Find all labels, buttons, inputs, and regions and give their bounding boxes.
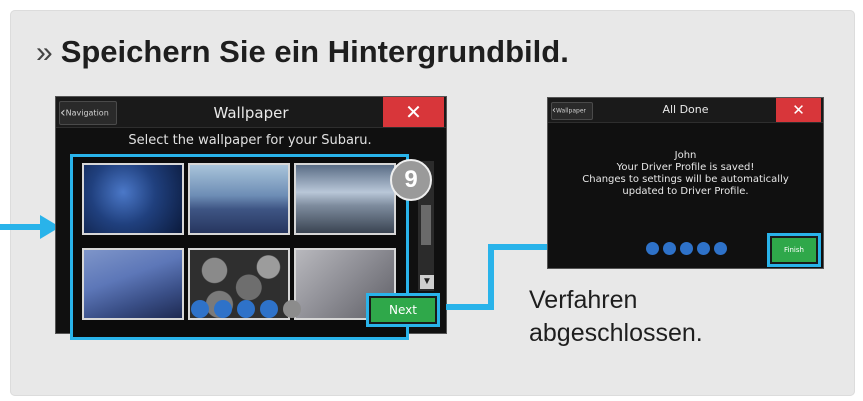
message-saved: Your Driver Profile is saved! [616, 162, 755, 173]
progress-dot [714, 242, 727, 255]
heading-text: Speichern Sie ein Hintergrundbild. [60, 34, 569, 69]
message-updated: updated to Driver Profile. [622, 186, 749, 197]
next-button[interactable]: Next [371, 298, 435, 322]
chevron-icon: » [36, 36, 53, 69]
wallpaper-thumb-starry-night[interactable] [82, 163, 184, 235]
close-button[interactable]: ✕ [383, 97, 444, 127]
progress-dot [646, 242, 659, 255]
scrollbar-thumb[interactable] [421, 205, 431, 245]
finish-button-highlight: Finish [767, 233, 821, 267]
all-done-screen: ‹Wallpaper All Done ✕ John Your Driver P… [547, 97, 824, 269]
wallpaper-screen: ‹Navigation Wallpaper ✕ Select the wallp… [55, 96, 447, 340]
wallpaper-thumb-ocean-rocks[interactable] [294, 163, 396, 235]
completion-caption: Verfahren abgeschlossen. [529, 284, 703, 350]
progress-dot [663, 242, 676, 255]
back-label: Wallpaper [556, 107, 587, 115]
wallpaper-instruction: Select the wallpaper for your Subaru. [128, 133, 372, 148]
wallpaper-thumb-blue-mountains[interactable] [188, 163, 290, 235]
progress-dot [680, 242, 693, 255]
caption-line-2: abgeschlossen. [529, 319, 703, 347]
next-button-highlight: Next [366, 293, 440, 327]
section-heading: » Speichern Sie ein Hintergrundbild. [36, 34, 569, 70]
finish-button[interactable]: Finish [772, 238, 816, 262]
progress-dot [260, 300, 278, 318]
progress-dot [697, 242, 710, 255]
message-changes: Changes to settings will be automaticall… [582, 174, 789, 185]
progress-dot [237, 300, 255, 318]
flow-line-horizontal-1 [446, 304, 492, 310]
wallpaper-back-button[interactable]: ‹Wallpaper [551, 102, 593, 120]
wallpaper-thumb-aurora[interactable] [82, 248, 184, 320]
step-number-badge: 9 [390, 159, 432, 201]
progress-dots [191, 300, 301, 318]
progress-dot [191, 300, 209, 318]
progress-dot [214, 300, 232, 318]
progress-dots [646, 242, 727, 255]
left-pointer-line [0, 224, 40, 230]
close-button[interactable]: ✕ [776, 98, 821, 122]
back-label: Navigation [65, 108, 109, 118]
screen-title: Wallpaper [213, 104, 289, 122]
message-name: John [674, 150, 697, 161]
caption-line-1: Verfahren [529, 286, 638, 314]
navigation-back-button[interactable]: ‹Navigation [59, 101, 117, 125]
scroll-down-icon[interactable]: ▼ [420, 275, 434, 289]
screen-title: All Done [662, 103, 709, 116]
flow-line-vertical [488, 244, 494, 310]
progress-dot [283, 300, 301, 318]
